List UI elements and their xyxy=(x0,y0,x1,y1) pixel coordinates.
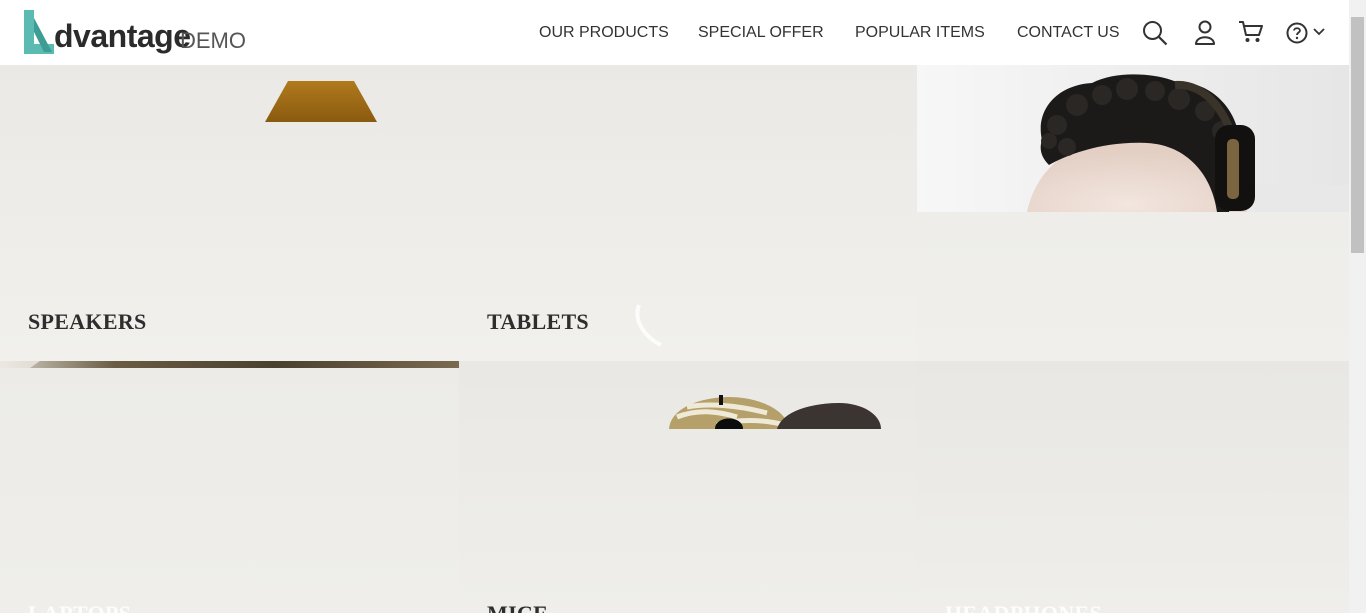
nav-our-products[interactable]: OUR PRODUCTS xyxy=(539,22,669,44)
cart-icon[interactable] xyxy=(1238,20,1264,44)
category-tablets[interactable]: TABLETS xyxy=(459,65,917,361)
category-label-headphones: HEADPHONES xyxy=(945,601,1102,613)
scrollbar-thumb[interactable] xyxy=(1351,17,1364,253)
headphones-model-image xyxy=(917,65,1349,212)
category-label-laptops: LAPTOPS xyxy=(28,601,131,613)
logo-subtitle: DEMO xyxy=(180,28,246,53)
search-icon[interactable] xyxy=(1142,20,1168,46)
category-label-mice: MICE xyxy=(487,601,548,613)
laptop-image xyxy=(0,361,459,368)
speaker-image xyxy=(265,81,377,122)
category-mice[interactable]: MICE xyxy=(459,361,917,613)
nav-popular-items[interactable]: POPULAR ITEMS xyxy=(855,22,985,44)
site-header: dvantage DEMO OUR PRODUCTS SPECIAL OFFER… xyxy=(0,0,1349,65)
mouse-image xyxy=(669,395,881,429)
chevron-down-icon[interactable] xyxy=(1313,28,1325,36)
category-speakers[interactable]: SPEAKERS xyxy=(0,65,459,361)
logo-wordmark: dvantage xyxy=(54,18,191,54)
nav-special-offer[interactable]: SPECIAL OFFER xyxy=(698,22,824,44)
nav-contact-us[interactable]: CONTACT US xyxy=(1017,22,1120,44)
tablet-image xyxy=(635,304,662,347)
category-headphones[interactable]: HEADPHONES xyxy=(917,361,1349,613)
help-icon[interactable] xyxy=(1286,22,1308,44)
user-icon[interactable] xyxy=(1194,20,1216,46)
category-laptops[interactable]: LAPTOPS xyxy=(0,361,459,613)
category-label-speakers: SPEAKERS xyxy=(28,309,147,334)
logo-icon xyxy=(24,10,54,54)
category-label-tablets: TABLETS xyxy=(487,309,589,334)
page-scrollbar[interactable] xyxy=(1349,0,1366,613)
headphones-promo[interactable] xyxy=(917,65,1349,361)
